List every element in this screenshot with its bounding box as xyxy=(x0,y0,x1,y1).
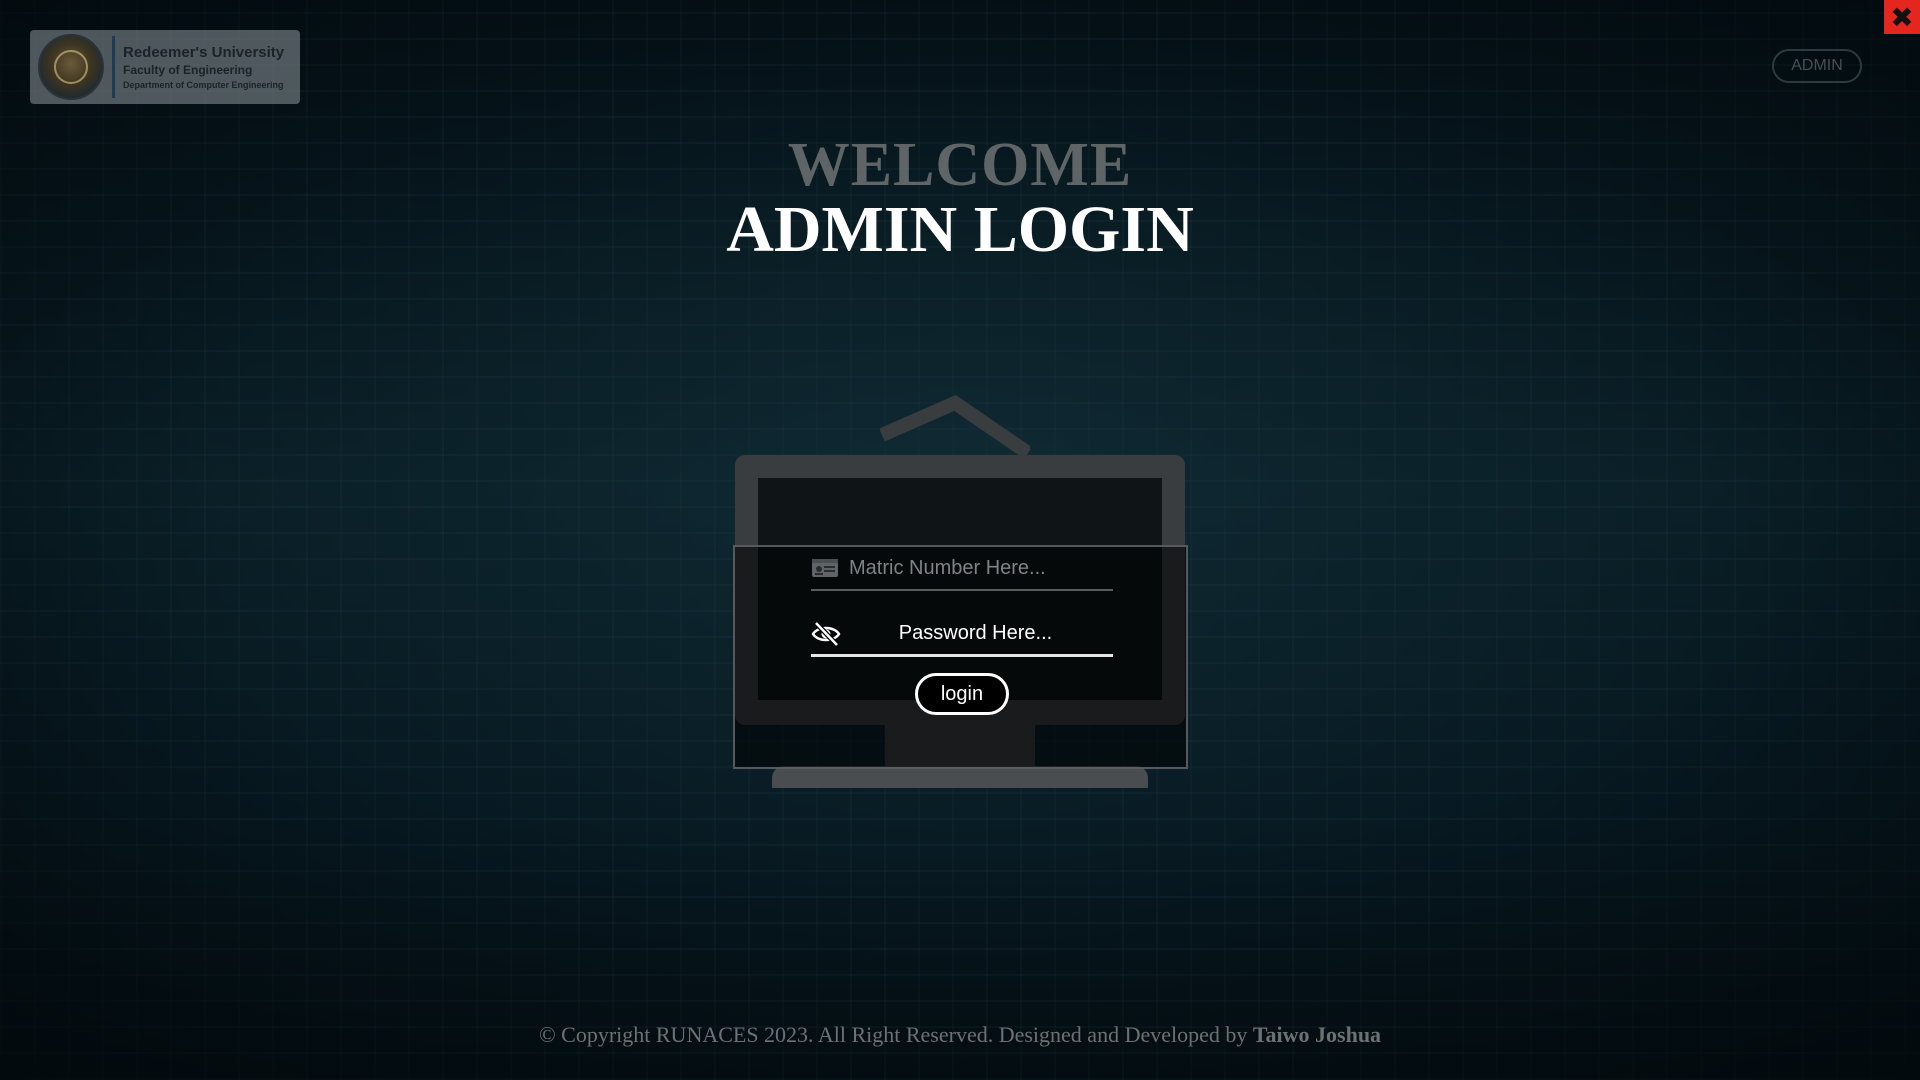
password-field xyxy=(811,613,1132,657)
logo-divider xyxy=(112,36,115,98)
university-seal-icon xyxy=(38,34,104,100)
faculty-name: Faculty of Engineering xyxy=(123,62,253,77)
copyright-text: © Copyright RUNACES 2023. All Right Rese… xyxy=(538,1022,1248,1047)
password-input[interactable] xyxy=(841,615,1132,652)
university-name: Redeemer's University xyxy=(123,43,285,61)
monitor-antenna-icon xyxy=(880,395,1030,455)
monitor-stand-base xyxy=(772,766,1148,788)
matric-field xyxy=(811,547,1116,591)
footer: © Copyright RUNACES 2023. All Right Rese… xyxy=(0,1022,1920,1048)
department-name: Department of Computer Engineering xyxy=(123,79,284,90)
welcome-heading: WELCOME xyxy=(787,131,1133,199)
login-form: login xyxy=(733,545,1188,769)
close-x-icon: ✖ xyxy=(1890,0,1914,34)
id-card-icon xyxy=(811,553,839,583)
admin-button[interactable]: ADMIN xyxy=(1772,49,1862,83)
matric-input[interactable] xyxy=(839,550,1116,586)
university-logo: Redeemer's University Faculty of Enginee… xyxy=(30,30,300,104)
eye-slash-icon[interactable] xyxy=(811,619,841,649)
page-title: ADMIN LOGIN xyxy=(726,193,1194,266)
login-button[interactable]: login xyxy=(915,673,1009,715)
close-button[interactable]: ✖ xyxy=(1884,0,1920,34)
logo-texts: Redeemer's University Faculty of Enginee… xyxy=(123,43,284,92)
author-name: Taiwo Joshua xyxy=(1252,1022,1382,1047)
